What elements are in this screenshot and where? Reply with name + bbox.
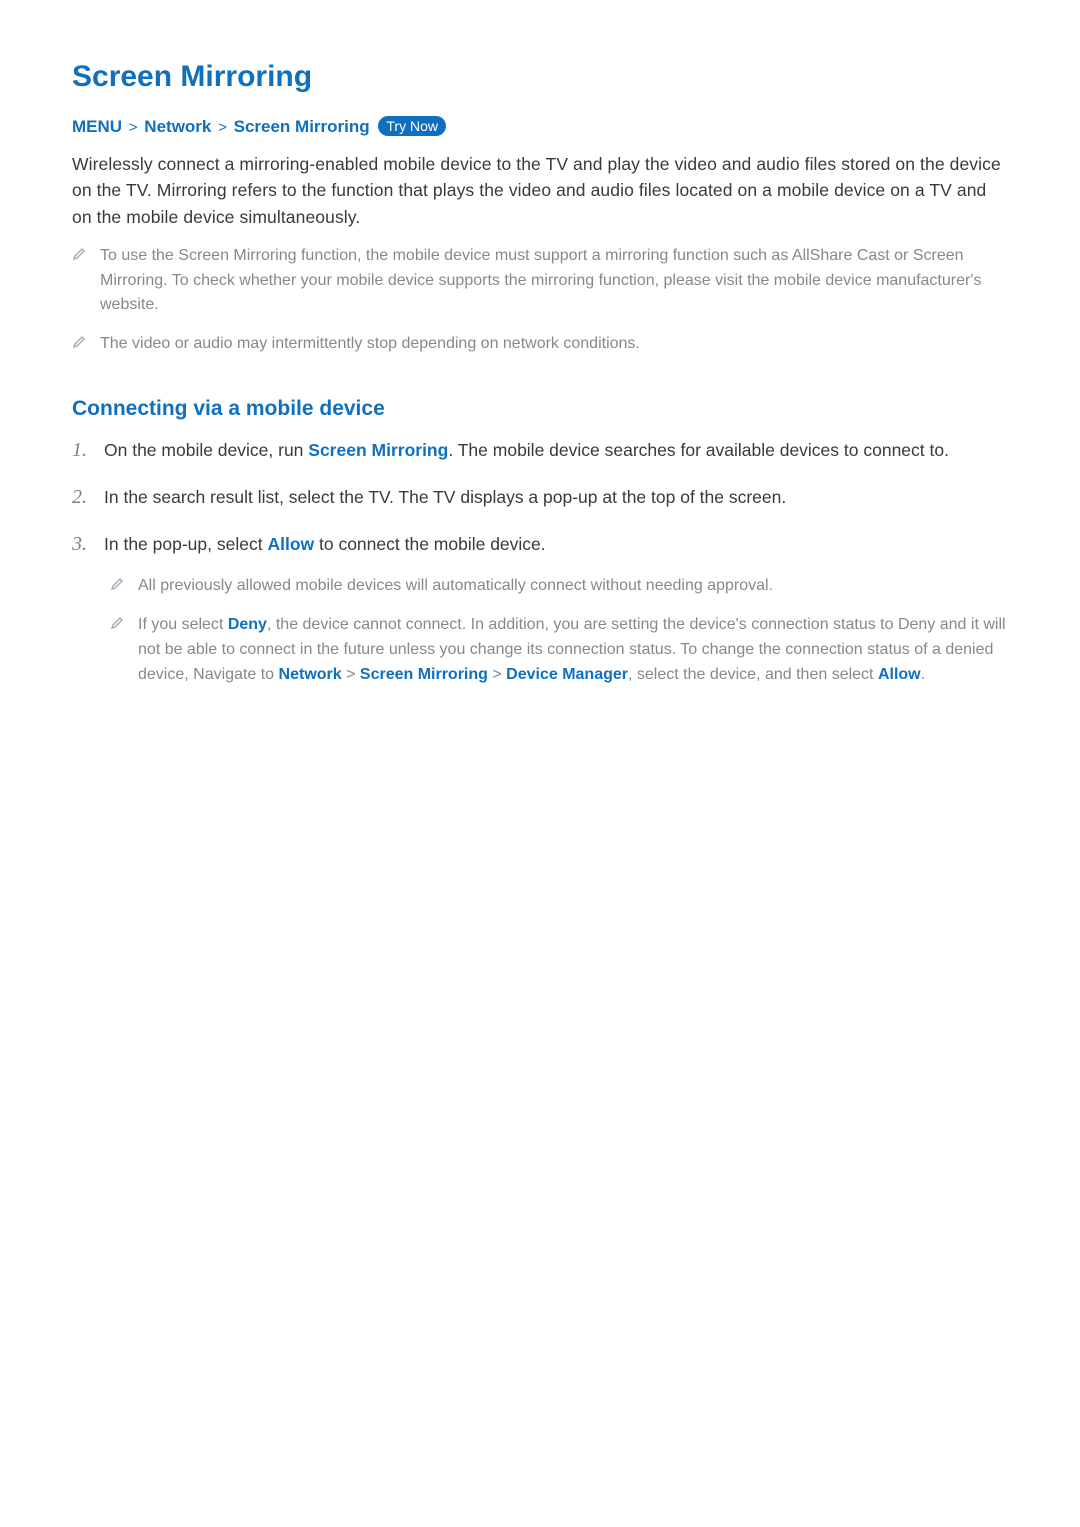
t: . — [921, 666, 925, 683]
breadcrumb-network[interactable]: Network — [144, 117, 211, 136]
deny-label: Deny — [228, 616, 267, 633]
pencil-icon — [72, 247, 86, 261]
note-item: To use the Screen Mirroring function, th… — [72, 244, 1008, 318]
step-3: In the pop-up, select Allow to connect t… — [72, 531, 1008, 687]
allow-label: Allow — [878, 666, 921, 683]
step-text: . The mobile device searches for availab… — [448, 440, 949, 460]
page-title: Screen Mirroring — [72, 60, 1008, 94]
breadcrumb: MENU > Network > Screen Mirroring Try No… — [72, 116, 1008, 137]
intro-paragraph: Wirelessly connect a mirroring-enabled m… — [72, 151, 1008, 230]
step-text: On the mobile device, run — [104, 440, 308, 460]
breadcrumb-menu[interactable]: MENU — [72, 117, 122, 136]
step-highlight: Screen Mirroring — [308, 440, 448, 460]
step-1: On the mobile device, run Screen Mirrori… — [72, 437, 1008, 464]
note-text: To use the Screen Mirroring function, th… — [100, 244, 1008, 318]
pencil-icon — [110, 577, 124, 591]
steps-list: On the mobile device, run Screen Mirrori… — [72, 437, 1008, 688]
network-label: Network — [279, 666, 342, 683]
try-now-badge[interactable]: Try Now — [378, 116, 446, 136]
subheading: Connecting via a mobile device — [72, 397, 1008, 421]
note-item: If you select Deny, the device cannot co… — [110, 613, 1008, 687]
note-text: The video or audio may intermittently st… — [100, 332, 1008, 357]
step-text: In the pop-up, select — [104, 534, 267, 554]
breadcrumb-separator: > — [218, 119, 227, 136]
sep: > — [342, 666, 360, 683]
sub-note-list: All previously allowed mobile devices wi… — [104, 574, 1008, 687]
device-manager-label: Device Manager — [506, 666, 628, 683]
note-item: The video or audio may intermittently st… — [72, 332, 1008, 357]
step-text: to connect the mobile device. — [314, 534, 546, 554]
breadcrumb-screen-mirroring[interactable]: Screen Mirroring — [234, 117, 370, 136]
note-text: All previously allowed mobile devices wi… — [138, 574, 1008, 599]
step-highlight: Allow — [267, 534, 314, 554]
t: If you select — [138, 616, 228, 633]
note-text: If you select Deny, the device cannot co… — [138, 613, 1008, 687]
step-text: In the search result list, select the TV… — [104, 487, 786, 507]
breadcrumb-separator: > — [129, 119, 138, 136]
sep: > — [488, 666, 506, 683]
note-item: All previously allowed mobile devices wi… — [110, 574, 1008, 599]
t: , select the device, and then select — [628, 666, 878, 683]
page-content: Screen Mirroring MENU > Network > Screen… — [0, 0, 1080, 688]
screen-mirroring-label: Screen Mirroring — [360, 666, 488, 683]
note-list: To use the Screen Mirroring function, th… — [72, 244, 1008, 357]
step-2: In the search result list, select the TV… — [72, 484, 1008, 511]
pencil-icon — [72, 335, 86, 349]
pencil-icon — [110, 616, 124, 630]
